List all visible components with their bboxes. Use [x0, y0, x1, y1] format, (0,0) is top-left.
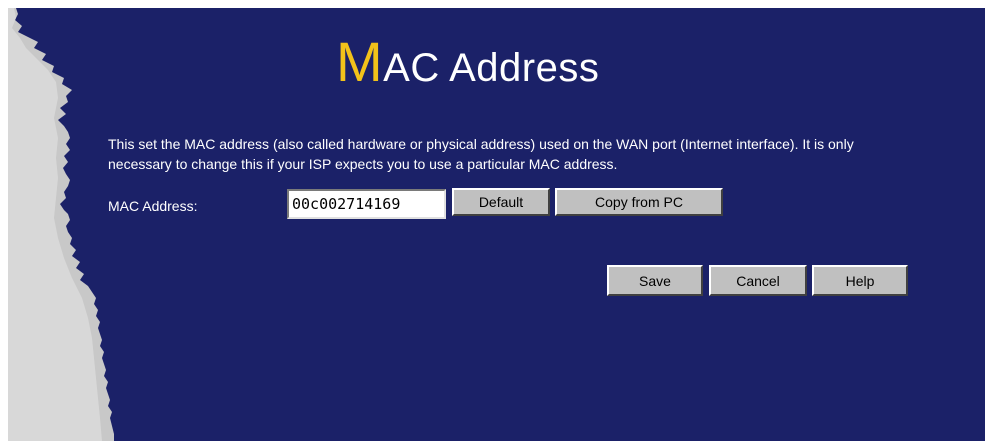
page-description: This set the MAC address (also called ha… [108, 136, 854, 172]
page-title-rest: AC Address [383, 46, 600, 90]
help-button[interactable]: Help [812, 265, 908, 296]
page-title-initial: M [336, 30, 384, 93]
content-panel: MAC Address This set the MAC address (al… [8, 8, 985, 441]
save-button[interactable]: Save [607, 265, 703, 296]
copy-from-pc-button[interactable]: Copy from PC [555, 188, 723, 216]
torn-paper-edge-decoration [8, 8, 114, 441]
page-frame: MAC Address This set the MAC address (al… [0, 0, 991, 441]
page-title: MAC Address [336, 34, 600, 93]
mac-address-label: MAC Address: [108, 198, 198, 214]
cancel-button[interactable]: Cancel [709, 265, 807, 296]
default-button[interactable]: Default [452, 188, 550, 216]
mac-address-input[interactable] [287, 189, 446, 219]
